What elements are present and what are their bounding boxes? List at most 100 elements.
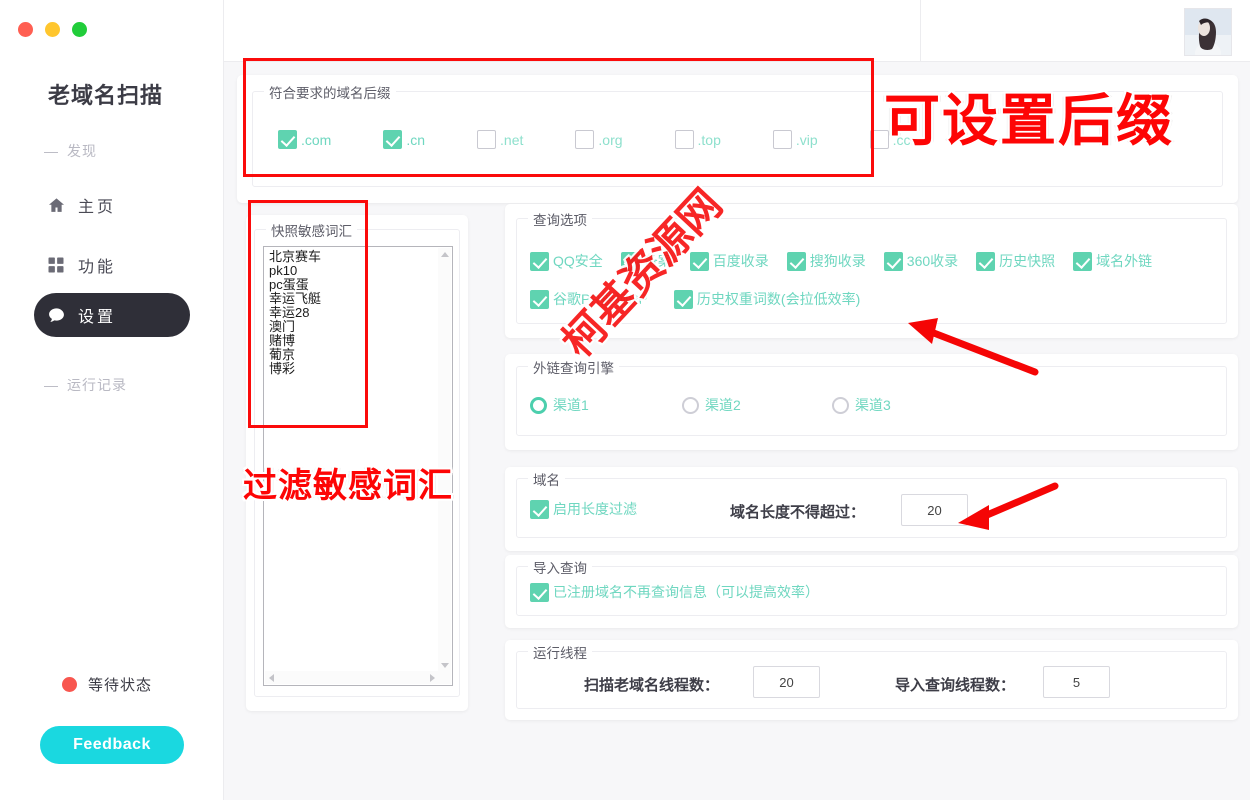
sidebar-group-label: 发现	[67, 143, 97, 159]
scroll-down-arrow-icon[interactable]	[441, 663, 449, 668]
domain-length-fieldset: 域名 启用长度过滤 域名长度不得超过：	[516, 469, 1227, 538]
status-dot-icon	[62, 677, 77, 692]
close-window-button[interactable]	[18, 22, 33, 37]
minimize-window-button[interactable]	[45, 22, 60, 37]
group-dash: —	[44, 377, 59, 393]
checkbox-box-icon	[575, 130, 595, 149]
checkbox-box-icon	[1073, 251, 1093, 271]
suffix-fieldset: 符合要求的域名后缀 .com .cn .net .org .top .vip .…	[252, 82, 1223, 187]
scrollbar-corner	[438, 671, 451, 684]
scroll-up-arrow-icon[interactable]	[441, 252, 449, 257]
radio-label: 渠道1	[553, 397, 589, 413]
radio-channel-3[interactable]: 渠道3	[832, 395, 891, 415]
radio-circle-icon	[832, 396, 849, 414]
checkbox-label: 谷歌PR搜狗RP	[553, 291, 648, 307]
checkbox-box-icon	[673, 289, 693, 309]
checkbox-label: .vip	[795, 131, 818, 148]
checkbox-360-index[interactable]: 360收录	[883, 251, 959, 271]
checkbox-box-icon	[530, 499, 549, 519]
sidebar-group-discover: — 发现	[44, 141, 97, 161]
checkbox-box-icon	[383, 130, 403, 149]
checkbox-icp-record[interactable]: 备案	[620, 251, 672, 271]
scan-threads-label: 扫描老域名线程数：	[584, 677, 720, 694]
checkbox-label: 历史权重词数(会拉低效率)	[696, 291, 861, 307]
radio-channel-2[interactable]: 渠道2	[682, 395, 741, 415]
app-title: 老域名扫描	[48, 83, 164, 108]
import-query-fieldset: 导入查询 已注册域名不再查询信息（可以提高效率）	[516, 557, 1227, 616]
checkbox-label: .top	[697, 131, 721, 148]
sidebar-group-logs: — 运行记录	[44, 375, 127, 395]
checkbox-label: .cn	[406, 131, 426, 148]
checkbox-box-icon	[869, 130, 889, 149]
checkbox-label: .cc	[892, 131, 911, 148]
maximize-window-button[interactable]	[72, 22, 87, 37]
query-options-row-1: QQ安全 备案 百度收录 搜狗收录 360收录 历史快照 域名外链	[530, 251, 1152, 271]
checkbox-label: .com	[301, 131, 332, 148]
checkbox-google-pr-sogou-rp[interactable]: 谷歌PR搜狗RP	[530, 289, 648, 309]
checkbox-skip-registered-domains[interactable]: 已注册域名不再查询信息（可以提高效率）	[530, 582, 819, 602]
sensitive-words-textarea[interactable]: 北京赛车 pk10 pc蛋蛋 幸运飞艇 幸运28 澳门 赌博 葡京 博彩	[263, 246, 453, 686]
checkbox-org[interactable]: .org	[575, 130, 623, 149]
checkbox-sogou-index[interactable]: 搜狗收录	[786, 251, 866, 271]
query-options-fieldset: 查询选项 QQ安全 备案 百度收录 搜狗收录 360收录 历史快照 域名外链 谷…	[516, 209, 1227, 324]
chat-bubble-icon	[34, 306, 78, 325]
query-options-legend: 查询选项	[528, 209, 592, 229]
checkbox-box-icon	[786, 251, 806, 271]
checkbox-history-weight-keywords[interactable]: 历史权重词数(会拉低效率)	[673, 289, 861, 309]
checkbox-top[interactable]: .top	[674, 130, 721, 149]
import-query-panel: 导入查询 已注册域名不再查询信息（可以提高效率）	[505, 555, 1238, 628]
domain-length-input[interactable]	[901, 494, 968, 526]
header-divider	[920, 0, 921, 62]
scroll-left-arrow-icon[interactable]	[269, 674, 274, 682]
feedback-button[interactable]: Feedback	[40, 726, 184, 764]
import-threads-input[interactable]	[1043, 666, 1110, 698]
checkbox-label: 启用长度过滤	[553, 501, 637, 517]
window-traffic-lights	[18, 22, 87, 37]
checkbox-cc[interactable]: .cc	[869, 130, 911, 149]
checkbox-box-icon	[530, 289, 549, 309]
radio-channel-1[interactable]: 渠道1	[530, 395, 589, 415]
sidebar-item-home[interactable]: 主页	[34, 183, 190, 227]
suffix-panel: 符合要求的域名后缀 .com .cn .net .org .top .vip .…	[237, 75, 1238, 203]
suffix-legend: 符合要求的域名后缀	[264, 82, 396, 102]
avatar[interactable]	[1184, 8, 1232, 56]
import-query-legend: 导入查询	[528, 557, 592, 577]
scroll-right-arrow-icon[interactable]	[430, 674, 435, 682]
sidebar-item-features[interactable]: 功能	[34, 243, 190, 287]
checkbox-box-icon	[477, 130, 497, 149]
checkbox-box-icon	[620, 251, 640, 271]
main-content: 符合要求的域名后缀 .com .cn .net .org .top .vip .…	[224, 62, 1250, 800]
checkbox-vip[interactable]: .vip	[772, 130, 818, 149]
sensitive-words-text: 北京赛车 pk10 pc蛋蛋 幸运飞艇 幸运28 澳门 赌博 葡京 博彩	[269, 249, 322, 376]
checkbox-label: 域名外链	[1096, 253, 1153, 269]
textarea-vertical-scrollbar[interactable]	[438, 248, 451, 672]
radio-label: 渠道2	[705, 397, 741, 413]
scan-threads-input[interactable]	[753, 666, 820, 698]
checkbox-label: 360收录	[906, 253, 959, 269]
checkbox-box-icon	[278, 130, 297, 149]
suffix-checkbox-row: .com .cn .net .org .top .vip .cc	[278, 130, 911, 149]
checkbox-label: .org	[598, 131, 623, 148]
sidebar-item-settings[interactable]: 设置	[34, 293, 190, 337]
sidebar-item-features-label: 功能	[78, 259, 117, 276]
avatar-image	[1185, 9, 1231, 55]
domain-length-legend: 域名	[528, 469, 565, 489]
checkbox-label: 已注册域名不再查询信息（可以提高效率）	[553, 584, 819, 600]
checkbox-enable-length-filter[interactable]: 启用长度过滤	[530, 499, 637, 519]
checkbox-history-snapshot[interactable]: 历史快照	[976, 251, 1055, 271]
checkbox-cn[interactable]: .cn	[383, 130, 425, 149]
checkbox-com[interactable]: .com	[278, 130, 331, 149]
textarea-horizontal-scrollbar[interactable]	[265, 671, 439, 684]
checkbox-net[interactable]: .net	[477, 130, 523, 149]
checkbox-baidu-index[interactable]: 百度收录	[689, 251, 769, 271]
sidebar-group-label: 运行记录	[67, 377, 127, 393]
radio-circle-icon	[530, 396, 547, 414]
checkbox-domain-backlinks[interactable]: 域名外链	[1073, 251, 1152, 271]
checkbox-qq-security[interactable]: QQ安全	[530, 251, 603, 271]
threads-panel: 运行线程 扫描老域名线程数： 导入查询线程数：	[505, 640, 1238, 720]
grid-icon	[34, 256, 78, 274]
radio-circle-icon	[682, 396, 699, 414]
checkbox-box-icon	[883, 251, 903, 271]
app-window: 老域名扫描 — 发现 主页 功能 设置 — 运行记录 等待状态 Feedback…	[0, 0, 1250, 800]
sidebar-item-settings-label: 设置	[78, 309, 117, 326]
